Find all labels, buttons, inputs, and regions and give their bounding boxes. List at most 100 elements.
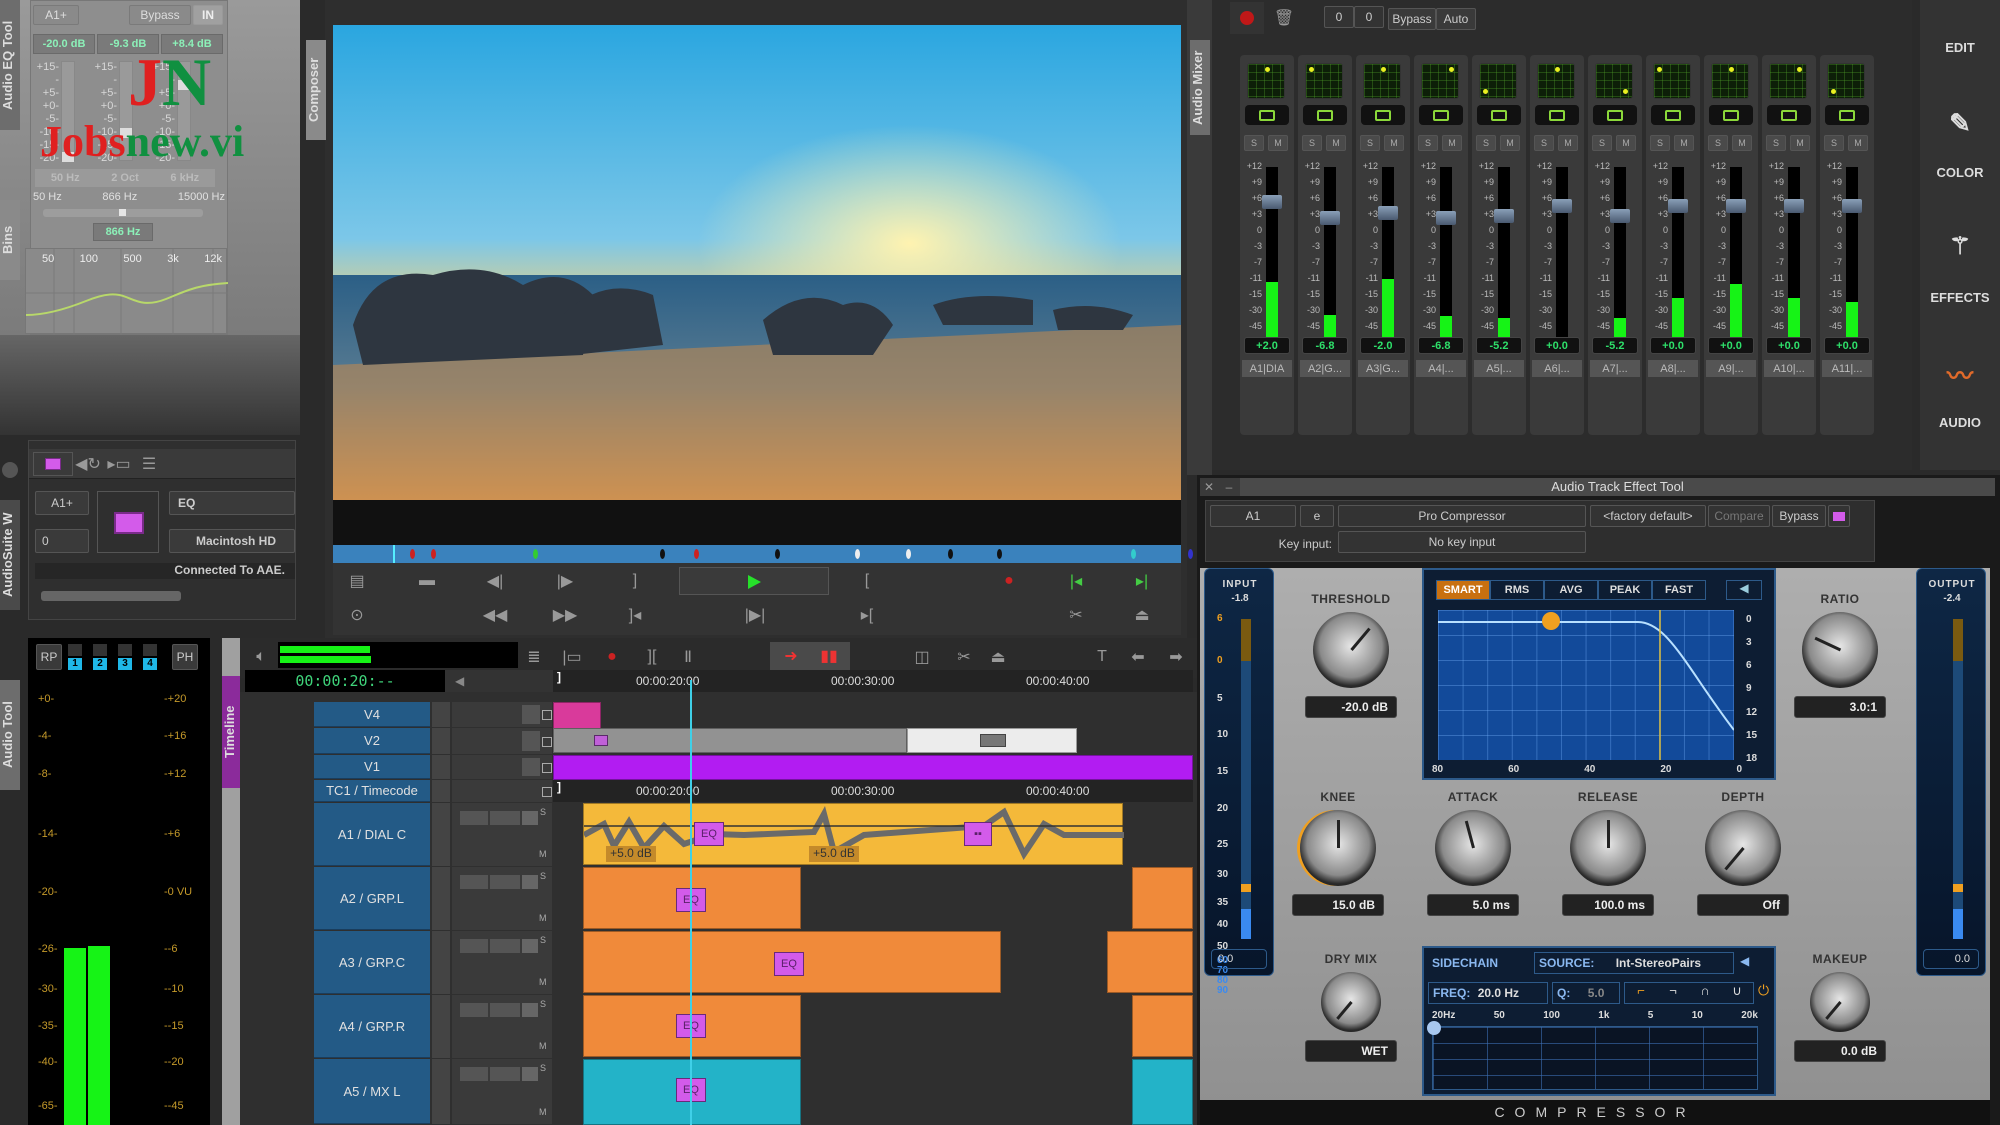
mark-out-icon[interactable]: ] (623, 569, 647, 593)
release-value[interactable]: 100.0 ms (1562, 894, 1654, 916)
solo-button[interactable]: S (1302, 135, 1322, 151)
video-viewer[interactable] (333, 25, 1181, 500)
a2-clip-2[interactable] (1132, 867, 1193, 929)
ratio-value[interactable]: 3.0:1 (1794, 696, 1886, 718)
track-enable-button[interactable] (1245, 105, 1289, 125)
track-name-tc1[interactable]: TC1 / Timecode (314, 780, 430, 802)
a5-clip-2[interactable] (1132, 1059, 1193, 1125)
volume-fader[interactable] (1842, 199, 1862, 213)
sidechain-power-icon[interactable]: ⏻ (1758, 982, 1769, 999)
mode-fast-button[interactable]: FAST (1652, 580, 1706, 600)
effect-plugin-select[interactable]: Pro Compressor (1338, 505, 1586, 527)
pan-control[interactable] (1653, 63, 1691, 99)
mute-button[interactable]: M (539, 1041, 547, 1051)
extract-icon[interactable]: |▭ (560, 646, 584, 668)
volume-fader[interactable] (1378, 206, 1398, 221)
gain-value[interactable]: -2.0 (1360, 337, 1406, 354)
track-power-icon[interactable] (522, 758, 540, 776)
step-forward-icon[interactable]: |▶ (553, 569, 577, 593)
solo-button[interactable]: S (540, 935, 546, 945)
power-icon[interactable] (522, 811, 538, 825)
mute-button[interactable]: M (1616, 135, 1636, 151)
gain-value[interactable]: +0.0 (1824, 337, 1870, 354)
effect-slot-select[interactable]: e (1300, 505, 1334, 527)
track-enable-button[interactable] (1651, 105, 1695, 125)
nav-effects[interactable]: EFFECTS (1920, 290, 2000, 305)
mode-peak-button[interactable]: PEAK (1598, 580, 1652, 600)
add-edit-icon[interactable]: ◫ (910, 646, 934, 668)
channel-output-indicator[interactable] (93, 644, 107, 656)
timeline-marker[interactable] (948, 549, 954, 559)
sidechain-freq-handle[interactable] (1427, 1021, 1441, 1035)
automation-icon[interactable] (490, 1003, 520, 1017)
solo-button[interactable]: S (540, 1063, 546, 1073)
track-enable-button[interactable] (1825, 105, 1869, 125)
mute-button[interactable]: M (1442, 135, 1462, 151)
plugin-icon[interactable] (33, 452, 73, 476)
track-power-icon[interactable] (522, 705, 540, 724)
pan-control[interactable] (1769, 63, 1807, 99)
pan-control[interactable] (1479, 63, 1517, 99)
pan-control[interactable] (1363, 63, 1401, 99)
channel-output-indicator[interactable] (143, 644, 157, 656)
nav-color[interactable]: COLOR (1920, 165, 2000, 180)
makeup-value[interactable]: 0.0 dB (1794, 1040, 1886, 1062)
notch-filter-icon[interactable]: ∪ (1721, 983, 1753, 1003)
waveform-toggle-icon[interactable] (460, 939, 488, 953)
mode-rms-button[interactable]: RMS (1490, 580, 1544, 600)
listen-icon[interactable]: ◀ (1726, 580, 1762, 600)
mixer-auto-button[interactable]: Auto (1436, 8, 1476, 30)
track-panel-icon[interactable]: ≣ (522, 646, 546, 668)
attack-value[interactable]: 5.0 ms (1427, 894, 1519, 916)
track-edit-handle[interactable] (432, 728, 450, 754)
volume-fader[interactable] (1784, 199, 1804, 213)
position-bar[interactable] (333, 545, 1193, 563)
timeline-marker[interactable] (409, 549, 415, 559)
threshold-handle[interactable] (1542, 612, 1560, 630)
gain-value[interactable]: +0.0 (1708, 337, 1754, 354)
effect-bypass-button[interactable]: Bypass (1772, 505, 1826, 527)
timeline-marker[interactable] (1187, 549, 1193, 559)
channel-toggle[interactable]: 3 (118, 658, 132, 670)
release-knob[interactable] (1570, 810, 1646, 886)
mute-button[interactable]: M (1848, 135, 1868, 151)
minimize-icon[interactable]: – (1220, 478, 1238, 496)
audiosuite-track-select[interactable]: A1+ (35, 491, 89, 515)
audiosuite-plugin-button[interactable] (97, 491, 159, 553)
audiosuite-channel-select[interactable]: 0 (35, 529, 89, 553)
tab-audio-mixer[interactable]: Audio Mixer (1190, 40, 1210, 135)
solo-button[interactable]: S (1592, 135, 1612, 151)
timeline-marker[interactable] (660, 549, 666, 559)
power-icon[interactable] (522, 1003, 538, 1017)
eq-low-gain[interactable]: -20.0 dB (33, 34, 95, 54)
nav-edit[interactable]: EDIT (1920, 40, 2000, 55)
a3-clip-2[interactable] (1107, 931, 1193, 993)
eq-bypass-button[interactable]: Bypass (129, 5, 191, 25)
track-enable-button[interactable] (1767, 105, 1811, 125)
fx-eq-badge[interactable]: EQ (774, 952, 804, 976)
mute-button[interactable]: M (1790, 135, 1810, 151)
mute-button[interactable]: M (539, 849, 547, 859)
plugin-window-icon[interactable] (1828, 505, 1850, 527)
pan-control[interactable] (1247, 63, 1285, 99)
title-tool-icon[interactable]: T (1090, 646, 1114, 668)
position-indicator[interactable] (690, 680, 692, 1125)
volume-fader[interactable] (1262, 195, 1282, 209)
compression-curve-graph[interactable] (1438, 610, 1734, 760)
ratio-knob[interactable] (1802, 612, 1878, 688)
automation-icon[interactable] (490, 1067, 520, 1081)
track-name-a2[interactable]: A2 / GRP.L (314, 867, 430, 930)
sidechain-source-select[interactable]: SOURCE: Int-StereoPairs (1534, 952, 1734, 974)
timeline-marker[interactable] (996, 549, 1002, 559)
volume-fader[interactable] (1610, 208, 1630, 223)
timeline-ruler-top[interactable]: ] 00:00:20:00 00:00:30:00 00:00:40:00 (553, 670, 1193, 692)
gain-value[interactable]: -5.2 (1476, 337, 1522, 354)
a3-clip[interactable]: EQ (583, 931, 1001, 993)
key-input-select[interactable]: No key input (1338, 531, 1586, 553)
track-name-a5[interactable]: A5 / MX L (314, 1059, 430, 1124)
track-edit-handle[interactable] (432, 931, 450, 994)
power-icon[interactable] (522, 939, 538, 953)
trash-icon[interactable]: 🗑︎ (1268, 2, 1300, 34)
timeline-marker[interactable] (906, 549, 912, 559)
mark-in-icon[interactable]: [ (855, 569, 879, 593)
